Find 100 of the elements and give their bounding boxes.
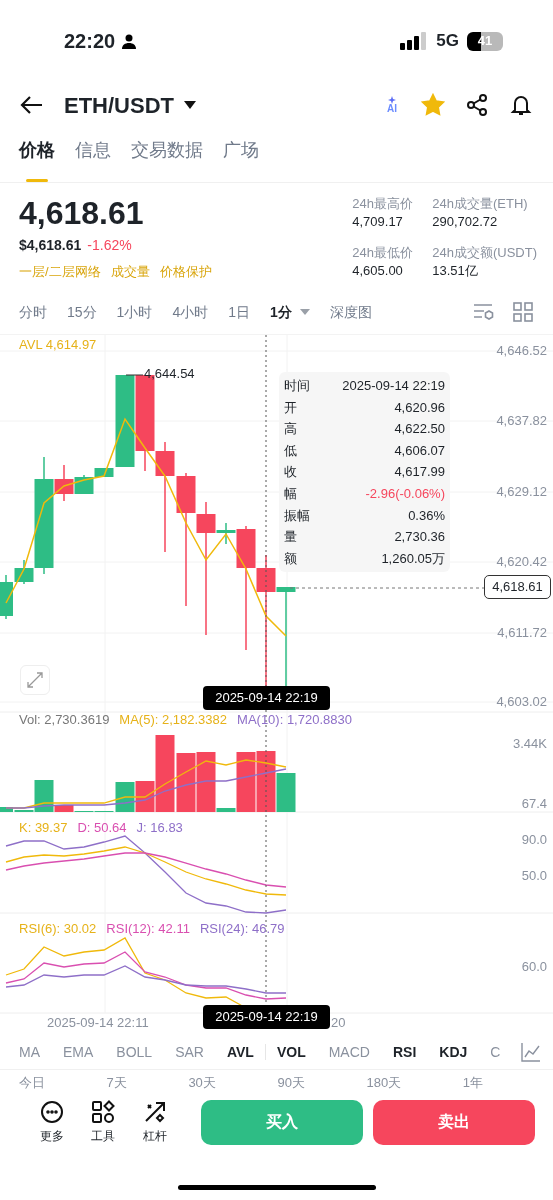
period-label[interactable]: 1年	[462, 1073, 483, 1093]
tooltip-value: 4,622.50	[394, 420, 445, 439]
tooltip-value: 2,730.36	[394, 528, 445, 547]
indicator-tab[interactable]: AVL	[226, 1041, 254, 1063]
kdj-axis-label: 50.0	[521, 868, 547, 884]
period-label[interactable]: 7天	[106, 1073, 127, 1093]
period-label[interactable]: 30天	[188, 1073, 216, 1093]
tooltip-value: 1,260.05万	[381, 549, 445, 568]
tooltip-value: -2.96(-0.06%)	[365, 484, 445, 503]
tag-link[interactable]: 成交量	[110, 262, 150, 282]
pair-selector[interactable]: ETH/USDT	[64, 88, 196, 122]
tag-link[interactable]: 价格保护	[159, 262, 212, 282]
indicator-tab[interactable]: KDJ	[439, 1041, 468, 1063]
grid-shapes-icon	[91, 1099, 116, 1124]
tooltip-value: 4,620.96	[394, 398, 445, 417]
network-type: 5G	[436, 30, 459, 53]
tooltip-label: 幅	[284, 484, 297, 503]
action-button[interactable]: 杠杆	[128, 1099, 181, 1145]
tooltip-value: 4,606.07	[394, 441, 445, 460]
indicator-tab[interactable]: BOLL	[116, 1041, 153, 1063]
interval-tab[interactable]: 15分	[67, 301, 97, 323]
tooltip-label: 时间	[284, 377, 310, 395]
share-icon[interactable]	[465, 93, 489, 117]
tooltip-label: 量	[284, 528, 297, 547]
kdj-axis-label: 90.0	[521, 832, 547, 848]
buy-button[interactable]: 买入	[201, 1099, 364, 1145]
indicator-value: MA(5): 2,182.3382	[119, 712, 228, 728]
star-icon[interactable]	[421, 93, 445, 117]
interval-tab[interactable]: 深度图	[329, 301, 372, 323]
price-axis-label: 4,603.02	[496, 694, 547, 710]
person-icon	[121, 33, 138, 49]
sell-button[interactable]: 卖出	[373, 1099, 535, 1145]
stat-label: 24h成交量(ETH)	[432, 195, 529, 213]
caret-icon	[299, 309, 310, 315]
signal-icon	[400, 32, 429, 50]
tooltip-label: 开	[284, 398, 297, 417]
avl-value: AVL 4,614.97	[19, 336, 97, 354]
tooltip-label: 振幅	[284, 506, 310, 525]
volume-axis-label: 67.4	[521, 796, 547, 812]
stat-value: 290,702.72	[432, 213, 499, 231]
indicator-tab[interactable]: C	[490, 1041, 501, 1063]
tab[interactable]: 广场	[223, 132, 259, 182]
tab[interactable]: 价格	[19, 132, 55, 182]
price-axis-label: 4,620.42	[496, 554, 547, 570]
stat-value: 4,709.17	[352, 213, 404, 231]
volume-bar	[176, 753, 196, 812]
tooltip-value: 4,617.99	[394, 463, 445, 482]
indicator-value: Vol: 2,730.3619	[19, 712, 110, 728]
time-axis-label: 2025-09-14 22:11	[47, 1015, 149, 1031]
tooltip-value: 0.36%	[408, 506, 445, 525]
interval-tab[interactable]: 分时	[19, 301, 47, 323]
period-label[interactable]: 180天	[366, 1073, 402, 1093]
indicator-value: D: 50.64	[77, 820, 127, 836]
volume-axis-label: 3.44K	[513, 736, 547, 752]
tab[interactable]: 信息	[75, 132, 111, 182]
time-axis-label: 20	[331, 1015, 346, 1031]
crosshair-time-label: 2025-09-14 22:19	[203, 686, 330, 710]
chart-settings-icon[interactable]	[521, 1042, 541, 1062]
interval-tab[interactable]: 1分	[269, 301, 310, 323]
tooltip-label: 收	[284, 463, 297, 482]
price-change: -1.62%	[87, 236, 132, 255]
tooltip-value: 2025-09-14 22:19	[342, 377, 445, 395]
indicator-value: MA(10): 1,720.8830	[237, 712, 352, 728]
indicator-value: RSI(6): 30.02	[19, 921, 97, 937]
stat-label: 24h成交额(USDT)	[432, 244, 537, 262]
indicator-settings-icon[interactable]	[473, 302, 495, 322]
indicator-tab[interactable]: RSI	[392, 1041, 417, 1063]
marker-line	[125, 374, 144, 376]
more-icon	[39, 1099, 64, 1124]
price-axis-label: 4,611.72	[497, 625, 547, 641]
tooltip-label: 低	[284, 441, 297, 460]
indicator-tab[interactable]: MA	[19, 1041, 40, 1063]
indicator-value: RSI(24): 46.79	[199, 921, 285, 937]
caret-icon	[184, 101, 196, 109]
tooltip-label: 高	[284, 420, 297, 439]
bell-icon[interactable]	[509, 93, 533, 117]
interval-tab[interactable]: 1日	[228, 301, 250, 323]
grid-layout-icon[interactable]	[513, 302, 533, 322]
period-label[interactable]: 90天	[277, 1073, 305, 1093]
tag-link[interactable]: 一层/二层网络	[19, 262, 101, 282]
expand-icon	[26, 671, 44, 689]
action-button[interactable]: 更多	[26, 1099, 78, 1145]
action-button[interactable]: 工具	[77, 1099, 129, 1145]
indicator-value: K: 39.37	[19, 820, 68, 836]
indicator-tab[interactable]: SAR	[175, 1041, 204, 1063]
back-arrow-icon[interactable]	[20, 95, 44, 115]
crosshair-time-label: 2025-09-14 22:19	[203, 1005, 330, 1029]
interval-tab[interactable]: 1小时	[116, 301, 153, 323]
stat-value: 13.51亿	[432, 262, 479, 280]
price-axis-label: 4,629.12	[496, 484, 547, 500]
interval-tab[interactable]: 4小时	[172, 301, 209, 323]
period-label[interactable]: 今日	[19, 1073, 45, 1093]
rsi-axis-label: 60.0	[521, 959, 547, 975]
current-price-label: 4,618.61	[484, 575, 551, 599]
indicator-tab[interactable]: MACD	[328, 1041, 370, 1063]
tab[interactable]: 交易数据	[131, 132, 203, 182]
indicator-tab[interactable]: VOL	[276, 1041, 306, 1063]
expand-button[interactable]	[20, 665, 50, 695]
indicator-tab[interactable]: EMA	[63, 1041, 94, 1063]
stat-label: 24h最低价	[352, 244, 414, 262]
